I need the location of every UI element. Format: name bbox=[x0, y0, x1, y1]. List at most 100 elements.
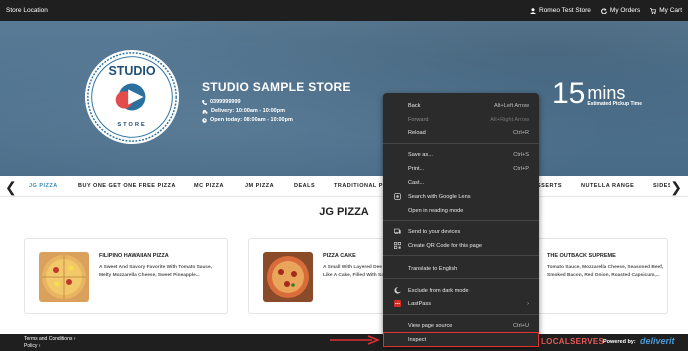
lastpass-icon bbox=[394, 300, 401, 307]
user-icon bbox=[530, 7, 536, 14]
product-card[interactable]: FILIPINO HAWAIIAN PIZZA A Sweet And Savo… bbox=[24, 238, 228, 314]
menu-item-label: Save as... bbox=[408, 151, 433, 158]
policy-link[interactable]: Policy › bbox=[24, 343, 75, 350]
my-cart-link[interactable]: My Cart bbox=[650, 7, 682, 14]
menu-item-view-source[interactable]: View page source Ctrl+U bbox=[383, 319, 539, 332]
chevron-right-icon: › bbox=[527, 300, 529, 307]
dark-mode-icon bbox=[394, 287, 401, 294]
chevron-right-icon[interactable]: ❯ bbox=[670, 179, 682, 196]
menu-item-save-as[interactable]: Save as... Ctrl+S bbox=[383, 148, 539, 161]
menu-item-label: Cast... bbox=[408, 179, 425, 186]
menu-item-reload[interactable]: Reload Ctrl+R bbox=[383, 126, 539, 139]
category-tab-jm-pizza[interactable]: JM PIZZA bbox=[245, 183, 274, 189]
account-link[interactable]: Romeo Test Store bbox=[530, 7, 591, 14]
menu-item-cast[interactable]: Cast... bbox=[383, 176, 539, 189]
menu-item-label: Forward bbox=[408, 116, 429, 123]
top-bar: Store Location Romeo Test Store My Order… bbox=[0, 0, 688, 21]
product-title: THE OUTBACK SUPREME bbox=[547, 253, 616, 259]
store-phone[interactable]: 0399999999 bbox=[210, 98, 241, 107]
menu-item-label: Open in reading mode bbox=[408, 207, 464, 214]
product-description: Tomato Sauce, Mozzarella Cheese, Seasone… bbox=[547, 264, 663, 280]
product-title: PIZZA CAKE bbox=[323, 253, 356, 259]
menu-item-google-lens[interactable]: Search with Google Lens bbox=[383, 190, 539, 203]
menu-item-label: LastPass bbox=[408, 300, 432, 307]
delivery-hours: Delivery: 10:00am - 10:00pm bbox=[211, 108, 285, 114]
category-tab-desserts[interactable]: SSERTS bbox=[537, 183, 562, 189]
category-tab-bogo-pizza[interactable]: BUY ONE GET ONE FREE PIZZA bbox=[78, 183, 176, 189]
menu-item-back[interactable]: Back Alt+Left Arrow bbox=[383, 99, 539, 112]
logo-text-bottom: STORE bbox=[117, 122, 146, 128]
my-cart-label: My Cart bbox=[659, 7, 682, 14]
category-tab-mc-pizza[interactable]: MC PIZZA bbox=[194, 183, 224, 189]
store-name: STUDIO SAMPLE STORE bbox=[202, 80, 351, 94]
account-name: Romeo Test Store bbox=[539, 7, 591, 14]
menu-item-translate[interactable]: Translate to English bbox=[383, 262, 539, 275]
menu-item-qr-code[interactable]: Create QR Code for this page bbox=[383, 239, 539, 252]
pickup-time: 15 mins Estimated Pickup Time bbox=[552, 77, 643, 110]
category-tab-traditional[interactable]: TRADITIONAL P bbox=[334, 183, 383, 189]
category-tab-deals[interactable]: DEALS bbox=[294, 183, 315, 189]
delivery-icon bbox=[202, 110, 208, 114]
top-bar-actions: Romeo Test Store My Orders My Cart bbox=[530, 7, 682, 14]
menu-item-label: Back bbox=[408, 102, 421, 109]
menu-item-label: Print... bbox=[408, 165, 425, 172]
product-description-line: Like A Cake, Filled With Sa bbox=[323, 273, 384, 278]
menu-item-dark-mode[interactable]: Exclude from dark mode bbox=[383, 284, 539, 297]
chevron-left-icon[interactable]: ❮ bbox=[5, 179, 17, 196]
menu-item-label: Translate to English bbox=[408, 265, 458, 272]
annotation-arrow-icon bbox=[330, 335, 380, 345]
menu-separator bbox=[383, 143, 539, 144]
inspect-highlight-box bbox=[383, 332, 539, 347]
menu-item-shortcut: Ctrl+R bbox=[512, 129, 529, 136]
open-row: Open today: 08:00am - 10:00pm bbox=[202, 116, 293, 125]
clock-icon bbox=[202, 118, 207, 123]
delivery-row: Delivery: 10:00am - 10:00pm bbox=[202, 107, 293, 116]
store-hero-banner: STUDIO STORE STUDIO SAMPLE STORE 0399999… bbox=[0, 21, 688, 176]
context-menu: Back Alt+Left Arrow Forward Alt+Right Ar… bbox=[383, 93, 539, 346]
phone-row: 0399999999 bbox=[202, 98, 293, 107]
my-orders-label: My Orders bbox=[609, 7, 641, 14]
localserves-logo: LOCALSERVES bbox=[541, 337, 605, 346]
logo-text-top: STUDIO bbox=[108, 64, 155, 78]
my-orders-link[interactable]: My Orders bbox=[601, 7, 640, 14]
menu-item-label: Reload bbox=[408, 129, 426, 136]
devices-icon bbox=[394, 228, 401, 234]
category-nav: ❮ JG PIZZA BUY ONE GET ONE FREE PIZZA MC… bbox=[0, 176, 688, 197]
pickup-time-number: 15 bbox=[552, 77, 586, 110]
category-tab-jg-pizza[interactable]: JG PIZZA bbox=[29, 183, 58, 189]
product-description-line: Smoked Bacon, Red Onion, Roasted Capsicu… bbox=[547, 273, 660, 278]
menu-item-shortcut: Ctrl+S bbox=[513, 151, 529, 158]
product-description: A Sweet And Savory Favorite With Tomato … bbox=[99, 264, 212, 280]
store-info: 0399999999 Delivery: 10:00am - 10:00pm O… bbox=[202, 98, 293, 125]
google-lens-icon bbox=[394, 193, 401, 200]
product-card[interactable]: PIZZA CAKE A Small With Layered Dee Like… bbox=[248, 238, 388, 314]
menu-item-lastpass[interactable]: LastPass › bbox=[383, 297, 539, 310]
powered-by-label: Powered by: bbox=[603, 339, 636, 345]
menu-item-send-devices[interactable]: Send to your devices bbox=[383, 225, 539, 238]
product-image bbox=[263, 252, 313, 302]
menu-item-forward[interactable]: Forward Alt+Right Arrow bbox=[383, 113, 539, 126]
product-image bbox=[39, 252, 89, 302]
menu-item-label: Create QR Code for this page bbox=[408, 242, 482, 249]
category-tab-nutella-range[interactable]: NUTELLA RANGE bbox=[581, 183, 634, 189]
pickup-time-unit: mins bbox=[587, 83, 626, 103]
product-description: A Small With Layered Dee Like A Cake, Fi… bbox=[323, 264, 384, 280]
menu-separator bbox=[383, 278, 539, 279]
menu-item-label: Exclude from dark mode bbox=[408, 287, 469, 294]
product-title: FILIPINO HAWAIIAN PIZZA bbox=[99, 253, 169, 259]
refresh-icon bbox=[601, 8, 607, 14]
menu-item-print[interactable]: Print... Ctrl+P bbox=[383, 162, 539, 175]
store-location-link[interactable]: Store Location bbox=[6, 7, 530, 14]
category-tab-sides[interactable]: SIDES bbox=[653, 183, 670, 189]
open-hours: Open today: 08:00am - 10:00pm bbox=[210, 117, 293, 123]
menu-separator bbox=[383, 220, 539, 221]
pickup-time-label: Estimated Pickup Time bbox=[587, 101, 643, 107]
terms-link[interactable]: Terms and Conditions › bbox=[24, 336, 75, 343]
section-title: JG PIZZA bbox=[319, 206, 369, 218]
deliverit-logo: deliverit bbox=[640, 336, 675, 346]
menu-item-reading-mode[interactable]: Open in reading mode bbox=[383, 204, 539, 217]
cart-icon bbox=[650, 7, 657, 14]
store-logo: STUDIO STORE bbox=[84, 49, 180, 145]
menu-item-shortcut: Ctrl+P bbox=[513, 165, 529, 172]
menu-item-label: View page source bbox=[408, 322, 453, 329]
